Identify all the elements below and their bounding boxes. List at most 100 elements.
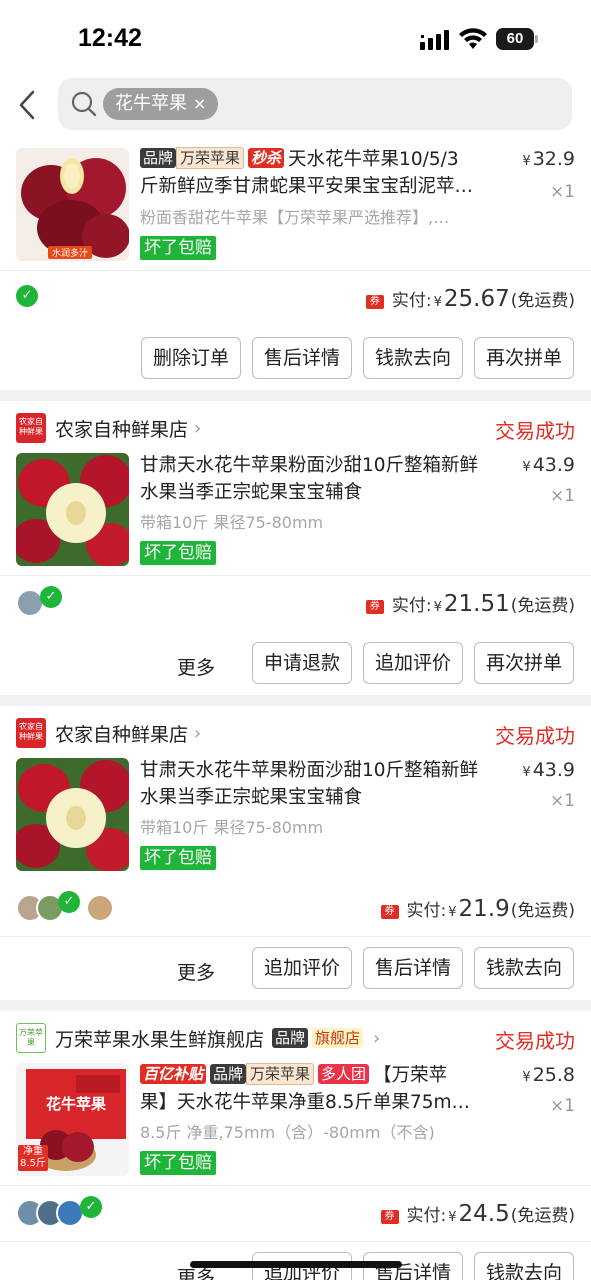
order-search-screen: 12:42 60 花牛苹果 × 水润多汁 品牌 万荣苹果 秒杀 天水花牛苹果10…	[0, 0, 591, 1280]
clock: 12:42	[78, 24, 142, 52]
after-sale-detail-button[interactable]: 售后详情	[363, 947, 463, 989]
brand-name-tag: 万荣苹果	[246, 1063, 315, 1085]
search-query-chip[interactable]: 花牛苹果 ×	[103, 88, 219, 120]
product-spec: 粉面香甜花牛苹果【万荣苹果严选推荐】,…	[140, 208, 450, 227]
subsidy-tag: 百亿补贴	[140, 1064, 207, 1084]
product-title[interactable]: 甘肃天水花牛苹果粉面沙甜10斤整箱新鲜 水果当季正宗蛇果宝宝辅食	[140, 757, 502, 811]
verified-check-icon: ✓	[16, 285, 38, 307]
product-title-line2: 水果当季正宗蛇果宝宝辅食	[140, 482, 363, 503]
guarantee-badge: 坏了包赔	[140, 541, 216, 565]
shop-header[interactable]: 农家自种鲜果 农家自种鲜果店 ›	[16, 718, 201, 748]
battery-level: 60	[496, 28, 534, 50]
unit-price: ¥25.8	[522, 1064, 575, 1086]
group-buy-tag: 多人团	[318, 1064, 370, 1084]
coupon-icon: 券	[365, 295, 384, 309]
quantity: ×1	[549, 486, 575, 506]
order-status: 交易成功	[495, 419, 575, 443]
battery-icon: 60	[496, 28, 538, 50]
shop-logo: 万荣苹果	[16, 1023, 46, 1053]
order-status: 交易成功	[495, 1029, 575, 1053]
shop-logo: 农家自种鲜果	[16, 413, 46, 443]
verified-check-icon: ✓	[58, 891, 80, 913]
paid-value: 21.51	[443, 591, 510, 617]
product-image[interactable]: 水润多汁	[16, 148, 129, 261]
product-title[interactable]: 甘肃天水花牛苹果粉面沙甜10斤整箱新鲜 水果当季正宗蛇果宝宝辅食	[140, 452, 502, 506]
brand-tag: 品牌	[140, 148, 177, 168]
after-sale-detail-button[interactable]: 售后详情	[252, 337, 352, 379]
flash-sale-tag: 秒杀	[248, 148, 285, 168]
wifi-icon	[459, 28, 487, 49]
product-title[interactable]: 百亿补贴 品牌 万荣苹果 多人团 【万荣苹 果】天水花牛苹果净重8.5斤单果75m…	[140, 1062, 502, 1116]
paid-amount: 券 实付: ¥25.67 (免运费)	[365, 286, 575, 312]
reorder-button[interactable]: 再次拼单	[474, 642, 574, 684]
money-flow-button[interactable]: 钱款去向	[474, 947, 574, 989]
order-status: 交易成功	[495, 724, 575, 748]
guarantee-badge: 坏了包赔	[140, 236, 216, 260]
product-title[interactable]: 品牌 万荣苹果 秒杀 天水花牛苹果10/5/3 斤新鲜应季甘肃蛇果平安果宝宝刮泥苹…	[140, 146, 502, 200]
product-image[interactable]	[16, 758, 129, 871]
image-weight-label: 净重8.5斤	[18, 1145, 48, 1171]
quantity: ×1	[549, 182, 575, 202]
group-members: ✓	[16, 891, 114, 922]
quantity: ×1	[549, 1096, 575, 1116]
add-review-button[interactable]: 追加评价	[252, 947, 352, 989]
product-spec: 8.5斤 净重,75mm（含）-80mm（不含)	[140, 1123, 435, 1142]
order-card[interactable]: 水润多汁 品牌 万荣苹果 秒杀 天水花牛苹果10/5/3 斤新鲜应季甘肃蛇果平安果宝宝…	[0, 134, 591, 390]
paid-value: 25.67	[443, 286, 510, 312]
paid-amount: 券 实付: ¥24.5 (免运费)	[380, 1201, 575, 1227]
product-title-line2: 水果当季正宗蛇果宝宝辅食	[140, 787, 363, 808]
chevron-right-icon: ›	[194, 722, 202, 744]
unit-price: ¥43.9	[522, 759, 575, 781]
shipping-note: (免运费)	[510, 596, 575, 616]
shipping-note: (免运费)	[510, 901, 575, 921]
unit-price: ¥32.9	[522, 148, 575, 170]
delete-order-button[interactable]: 删除订单	[141, 337, 241, 379]
cellular-signal-icon	[420, 30, 449, 50]
coupon-icon: 券	[380, 905, 399, 919]
product-spec: 带箱10斤 果径75-80mm	[140, 818, 324, 837]
image-label: 水润多汁	[48, 246, 93, 259]
chevron-right-icon: ›	[373, 1027, 381, 1049]
money-flow-button[interactable]: 钱款去向	[474, 1252, 574, 1280]
shop-header[interactable]: 农家自种鲜果 农家自种鲜果店 ›	[16, 413, 201, 443]
paid-label: 实付:	[406, 1206, 447, 1226]
product-spec: 带箱10斤 果径75-80mm	[140, 513, 324, 532]
verified-check-icon: ✓	[80, 1196, 102, 1218]
paid-label: 实付:	[391, 596, 432, 616]
more-button[interactable]: 更多	[177, 958, 215, 985]
product-title-line1: 天水花牛苹果10/5/3	[288, 149, 459, 170]
more-button[interactable]: 更多	[177, 653, 215, 680]
quantity: ×1	[549, 791, 575, 811]
home-indicator[interactable]	[190, 1261, 402, 1268]
product-title-line2: 果】天水花牛苹果净重8.5斤单果75m…	[140, 1092, 470, 1113]
paid-label: 实付:	[406, 901, 447, 921]
product-image[interactable]	[16, 453, 129, 566]
guarantee-badge: 坏了包赔	[140, 846, 216, 870]
product-image[interactable]: 花牛苹果 净重8.5斤	[16, 1063, 129, 1176]
group-members: ✓	[16, 586, 62, 617]
coupon-icon: 券	[365, 600, 384, 614]
group-members: ✓	[16, 1196, 102, 1227]
clear-query-icon[interactable]: ×	[193, 94, 206, 113]
product-title-line1: 甘肃天水花牛苹果粉面沙甜10斤整箱新鲜	[140, 760, 479, 781]
avatar	[86, 894, 114, 922]
paid-value: 24.5	[458, 1201, 510, 1227]
back-arrow-icon[interactable]	[14, 88, 40, 122]
money-flow-button[interactable]: 钱款去向	[363, 337, 463, 379]
order-card[interactable]: 农家自种鲜果 农家自种鲜果店 › 交易成功 甘肃天水花牛苹果粉面沙甜10斤整箱新…	[0, 401, 591, 695]
shop-header[interactable]: 万荣苹果 万荣苹果水果生鲜旗舰店 品牌 旗舰店 ›	[16, 1023, 380, 1053]
status-bar: 12:42 60	[0, 0, 591, 78]
brand-tag: 品牌	[272, 1028, 309, 1048]
reorder-button[interactable]: 再次拼单	[474, 337, 574, 379]
search-bar[interactable]: 花牛苹果 ×	[58, 78, 572, 130]
brand-tag: 品牌	[210, 1064, 247, 1084]
shop-name: 农家自种鲜果店	[55, 723, 189, 746]
flagship-tag: 旗舰店	[312, 1028, 364, 1048]
product-title-line2: 斤新鲜应季甘肃蛇果平安果宝宝刮泥苹…	[140, 176, 474, 197]
order-card[interactable]: 万荣苹果 万荣苹果水果生鲜旗舰店 品牌 旗舰店 › 交易成功 花牛苹果 净重8.…	[0, 1011, 591, 1280]
order-card[interactable]: 农家自种鲜果 农家自种鲜果店 › 交易成功 甘肃天水花牛苹果粉面沙甜10斤整箱新…	[0, 706, 591, 1000]
search-header: 花牛苹果 ×	[0, 78, 591, 134]
shop-name: 万荣苹果水果生鲜旗舰店	[55, 1028, 265, 1051]
request-refund-button[interactable]: 申请退款	[252, 642, 352, 684]
add-review-button[interactable]: 追加评价	[363, 642, 463, 684]
